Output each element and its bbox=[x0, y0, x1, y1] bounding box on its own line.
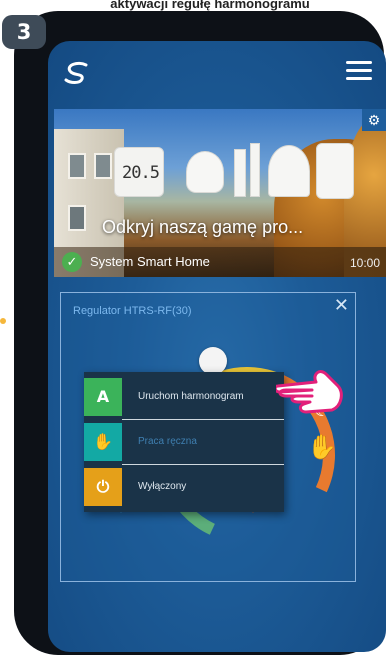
hamburger-menu-icon[interactable] bbox=[346, 61, 372, 81]
promo-banner[interactable]: 20.5 ⚙ Odkryj naszą gamę pro... ✓ System… bbox=[54, 109, 386, 277]
system-label: System Smart Home bbox=[90, 254, 210, 269]
mode-item-manual[interactable]: ✋ Praca ręczna bbox=[84, 423, 284, 461]
banner-status-strip: ✓ System Smart Home 10:00 bbox=[54, 247, 386, 277]
gear-icon[interactable]: ⚙ bbox=[362, 109, 386, 131]
hand-manual-icon[interactable]: ✋ bbox=[307, 433, 337, 463]
check-circle-icon: ✓ bbox=[62, 252, 82, 272]
door-sensor-image bbox=[234, 149, 246, 197]
app-header bbox=[48, 41, 386, 101]
divider bbox=[122, 464, 284, 465]
thermostat-device-image: 20.5 bbox=[114, 147, 164, 197]
mode-label-manual: Praca ręczna bbox=[138, 436, 197, 447]
thermostat-display: 20.5 bbox=[122, 163, 160, 183]
banner-caption: Odkryj naszą gamę pro... bbox=[102, 217, 304, 237]
gauge-knob[interactable] bbox=[199, 347, 227, 375]
panel-title: Regulator HTRS-RF(30) bbox=[73, 305, 192, 317]
tap-hand-icon bbox=[276, 370, 343, 414]
close-icon[interactable]: ✕ bbox=[334, 295, 349, 316]
mode-menu: A Uruchom harmonogram ✋ Praca ręczna ⏻ W… bbox=[84, 372, 284, 512]
salus-logo-icon[interactable] bbox=[62, 61, 92, 85]
schedule-auto-icon: A bbox=[84, 378, 122, 416]
sensor-image bbox=[186, 151, 224, 193]
smart-plug-image bbox=[316, 143, 354, 199]
step-badge: 3 bbox=[2, 15, 46, 49]
hand-manual-icon: ✋ bbox=[84, 423, 122, 461]
mode-label-off: Wyłączony bbox=[138, 481, 187, 492]
mode-item-off[interactable]: ⏻ Wyłączony bbox=[84, 468, 284, 506]
divider bbox=[122, 419, 284, 420]
mode-label-schedule: Uruchom harmonogram bbox=[138, 391, 244, 402]
motion-sensor-image bbox=[268, 145, 310, 197]
time-label: 10:00 bbox=[349, 256, 380, 270]
side-marker bbox=[0, 318, 6, 324]
power-icon: ⏻ bbox=[84, 468, 122, 506]
mode-item-schedule[interactable]: A Uruchom harmonogram bbox=[84, 378, 284, 416]
